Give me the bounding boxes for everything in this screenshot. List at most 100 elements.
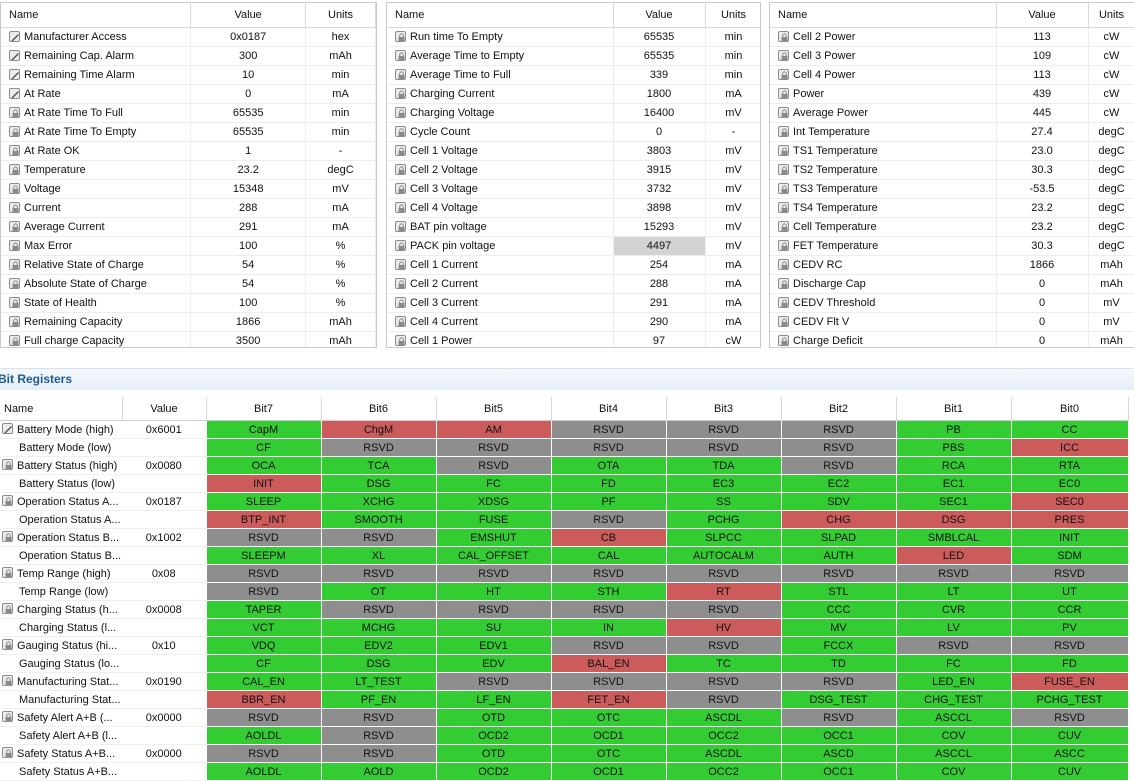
bit-cell[interactable]: STH: [550, 582, 667, 601]
table-row[interactable]: Current 288 mA: [1, 198, 376, 218]
bit-cell[interactable]: OTD: [435, 744, 552, 763]
bit-cell[interactable]: RSVD: [550, 600, 667, 619]
bit-cell[interactable]: OCD2: [435, 726, 552, 745]
parameter-value[interactable]: 30.3: [996, 160, 1089, 180]
bit-register-row[interactable]: Battery Mode (low) CF RSVD RSVD RSVD RSVD RSVD…: [0, 438, 1129, 457]
parameter-value[interactable]: 3915: [613, 160, 706, 180]
parameter-value[interactable]: 300: [190, 46, 307, 66]
bit-cell[interactable]: CVR: [895, 600, 1012, 619]
table-row[interactable]: TS1 Temperature 23.0 degC: [770, 141, 1134, 161]
bit-cell[interactable]: OTC: [550, 744, 667, 763]
bit-cell[interactable]: RSVD: [435, 456, 552, 475]
bit-cell[interactable]: OT: [320, 582, 437, 601]
bit-column-header[interactable]: Bit0: [1011, 397, 1129, 421]
bit-register-row[interactable]: Safety Alert A+B (... 0x0000 RSVD RSVD OTD OT…: [0, 708, 1129, 727]
bit-cell[interactable]: PRES: [1010, 510, 1129, 529]
register-value[interactable]: [122, 582, 206, 601]
parameter-value[interactable]: 10: [190, 65, 307, 85]
bit-cell[interactable]: LED: [895, 546, 1012, 565]
table-row[interactable]: Remaining Capacity 1866 mAh: [1, 312, 376, 332]
bit-cell[interactable]: TDA: [665, 456, 782, 475]
column-header-name[interactable]: Name: [770, 3, 997, 28]
bit-cell[interactable]: PBS: [895, 438, 1012, 457]
parameter-value[interactable]: 109: [996, 46, 1089, 66]
bit-cell[interactable]: UT: [1010, 582, 1129, 601]
bit-cell[interactable]: CAL_EN: [205, 672, 322, 691]
bit-register-row[interactable]: Safety Status A+B... AOLDL AOLD OCD2 OCD1 OCC…: [0, 762, 1129, 781]
bit-cell[interactable]: INIT: [1010, 528, 1129, 547]
table-row[interactable]: Cycle Count 0-: [387, 122, 760, 142]
bit-register-row[interactable]: Operation Status B... SLEEPM XL CAL_OFFSET C…: [0, 546, 1129, 565]
bit-column-header[interactable]: Bit1: [896, 397, 1012, 421]
bit-cell[interactable]: CUV: [1010, 726, 1129, 745]
bit-cell[interactable]: RSVD: [550, 510, 667, 529]
table-row[interactable]: Power 439 cW: [770, 84, 1134, 104]
bit-cell[interactable]: PF_EN: [320, 690, 437, 709]
bit-cell[interactable]: RSVD: [435, 564, 552, 583]
bit-cell[interactable]: OTD: [435, 708, 552, 727]
parameter-value[interactable]: 3898: [613, 198, 706, 218]
table-row[interactable]: BAT pin voltage 15293 mV: [387, 217, 760, 237]
table-row[interactable]: Cell 4 Current 290 mA: [387, 312, 760, 332]
table-row[interactable]: TS3 Temperature -53.5 degC: [770, 179, 1134, 199]
bit-cell[interactable]: OCD2: [435, 762, 552, 781]
table-row[interactable]: Charging Current 1800 mA: [387, 84, 760, 104]
parameter-value[interactable]: 23.2: [996, 217, 1089, 237]
parameter-value[interactable]: 1800: [613, 84, 706, 104]
bit-register-row[interactable]: Temp Range (high) 0x08 RSVD RSVD RSVD RSVD RSV…: [0, 564, 1129, 583]
bit-cell[interactable]: OTC: [550, 708, 667, 727]
table-row[interactable]: State of Health 100%: [1, 293, 376, 313]
bit-cell[interactable]: OCC1: [780, 762, 897, 781]
table-row[interactable]: Relative State of Charge 54%: [1, 255, 376, 275]
parameter-value[interactable]: 65535: [190, 103, 307, 123]
bit-cell[interactable]: CF: [205, 654, 322, 673]
register-value[interactable]: 0x10: [122, 636, 206, 655]
table-row[interactable]: TS4 Temperature 23.2 degC: [770, 198, 1134, 218]
column-header-units[interactable]: Units: [305, 3, 376, 28]
bit-cell[interactable]: RSVD: [780, 456, 897, 475]
bit-cell[interactable]: RCA: [895, 456, 1012, 475]
bit-cell[interactable]: RSVD: [1010, 708, 1129, 727]
bit-cell[interactable]: CAL_OFFSET: [435, 546, 552, 565]
bit-cell[interactable]: EC3: [665, 474, 782, 493]
bit-cell[interactable]: SU: [435, 618, 552, 637]
bit-cell[interactable]: HT: [435, 582, 552, 601]
table-row[interactable]: CEDV Threshold 0 mV: [770, 293, 1134, 313]
bit-register-row[interactable]: Charging Status (h... 0x0008 TAPER RSVD RSVD…: [0, 600, 1129, 619]
table-row[interactable]: Average Time to Full 339 min: [387, 65, 760, 85]
bit-cell[interactable]: RSVD: [320, 528, 437, 547]
bit-cell[interactable]: LT_TEST: [320, 672, 437, 691]
bit-register-row[interactable]: Safety Alert A+B (l... AOLDL RSVD OCD2 OCD1 O…: [0, 726, 1129, 745]
bit-cell[interactable]: BBR_EN: [205, 690, 322, 709]
bit-cell[interactable]: XL: [320, 546, 437, 565]
parameter-value[interactable]: 15293: [613, 217, 706, 237]
bit-cell[interactable]: EMSHUT: [435, 528, 552, 547]
bit-column-header[interactable]: Bit6: [321, 397, 437, 421]
column-header-value[interactable]: Value: [996, 3, 1089, 28]
bit-register-row[interactable]: Battery Status (low) INIT DSG FC FD EC3 EC2 EC1…: [0, 474, 1129, 493]
table-row[interactable]: PACK pin voltage 4497 mV: [387, 236, 760, 256]
bit-cell[interactable]: SEC1: [895, 492, 1012, 511]
bit-cell[interactable]: ASCD: [780, 744, 897, 763]
bit-cell[interactable]: AOLDL: [205, 762, 322, 781]
table-row[interactable]: At Rate Time To Empty 65535 min: [1, 122, 376, 142]
bit-cell[interactable]: SLPCC: [665, 528, 782, 547]
table-row[interactable]: Int Temperature 27.4 degC: [770, 122, 1134, 142]
table-row[interactable]: Average Time to Empty 65535 min: [387, 46, 760, 66]
parameter-value[interactable]: 4497: [613, 236, 706, 256]
parameter-value[interactable]: 15348: [190, 179, 307, 199]
parameter-value[interactable]: 100: [190, 293, 307, 313]
bit-cell[interactable]: EC1: [895, 474, 1012, 493]
table-row[interactable]: Cell 3 Current 291 mA: [387, 293, 760, 313]
bit-cell[interactable]: SDV: [780, 492, 897, 511]
bit-cell[interactable]: RSVD: [205, 744, 322, 763]
bit-register-row[interactable]: Battery Status (high) 0x0080 OCA TCA RSVD OTA…: [0, 456, 1129, 475]
bit-cell[interactable]: RSVD: [895, 564, 1012, 583]
bit-cell[interactable]: CHG_TEST: [895, 690, 1012, 709]
bit-cell[interactable]: RSVD: [780, 420, 897, 439]
bit-cell[interactable]: CCC: [780, 600, 897, 619]
bit-cell[interactable]: FD: [1010, 654, 1129, 673]
column-header-value[interactable]: Value: [190, 3, 307, 28]
bit-cell[interactable]: SLEEPM: [205, 546, 322, 565]
bit-cell[interactable]: DSG: [320, 474, 437, 493]
